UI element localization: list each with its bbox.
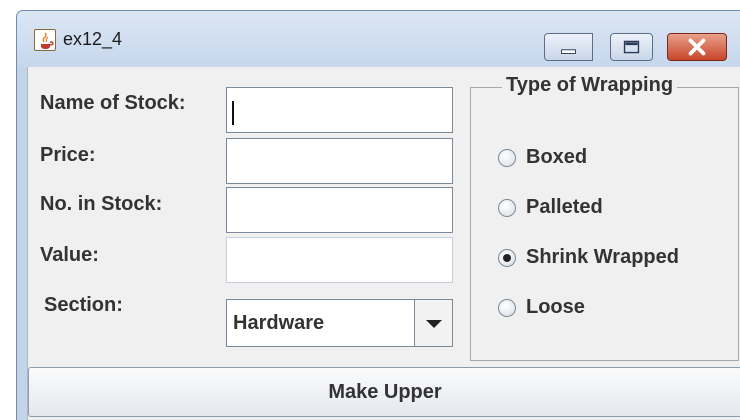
- title-bar[interactable]: ex12_4: [17, 11, 740, 67]
- make-upper-button[interactable]: Make Upper: [28, 367, 740, 417]
- java-cup-icon: [34, 29, 56, 51]
- price-label: Price:: [40, 144, 96, 166]
- radio-unchecked-icon: [498, 149, 516, 167]
- section-combobox[interactable]: Hardware: [226, 299, 453, 347]
- radio-shrink-wrapped[interactable]: Shrink Wrapped: [498, 245, 738, 273]
- radio-palleted[interactable]: Palleted: [498, 195, 738, 223]
- window-title: ex12_4: [63, 29, 123, 49]
- section-selected-value: Hardware: [233, 312, 325, 334]
- name-of-stock-input[interactable]: [226, 87, 453, 133]
- close-icon: [688, 38, 706, 56]
- section-label: Section:: [44, 294, 123, 316]
- radio-checked-icon: [498, 249, 516, 267]
- radio-unchecked-icon: [498, 299, 516, 317]
- minimize-button[interactable]: [544, 33, 593, 61]
- price-input[interactable]: [226, 138, 453, 184]
- radio-label: Loose: [526, 296, 585, 318]
- maximize-button[interactable]: [610, 33, 653, 61]
- wrapping-group-title: Type of Wrapping: [502, 73, 678, 97]
- maximize-icon: [623, 40, 640, 54]
- app-window: ex12_4 Name of Stock: Price: No. in Stoc…: [16, 10, 740, 420]
- radio-label: Boxed: [526, 146, 588, 168]
- chevron-down-icon: [426, 320, 442, 328]
- section-dropdown-button[interactable]: [414, 300, 452, 346]
- minimize-icon: [561, 49, 576, 54]
- radio-boxed[interactable]: Boxed: [498, 145, 738, 173]
- value-output: [226, 237, 453, 283]
- radio-unchecked-icon: [498, 199, 516, 217]
- radio-loose[interactable]: Loose: [498, 295, 738, 323]
- content-panel: Name of Stock: Price: No. in Stock: Valu…: [27, 67, 740, 420]
- no-in-stock-input[interactable]: [226, 187, 453, 233]
- no-in-stock-label: No. in Stock:: [40, 193, 163, 215]
- radio-label: Shrink Wrapped: [526, 246, 679, 268]
- radio-label: Palleted: [526, 196, 603, 218]
- close-button[interactable]: [667, 33, 727, 61]
- text-caret: [232, 101, 234, 125]
- name-of-stock-label: Name of Stock:: [40, 92, 186, 114]
- value-label: Value:: [40, 244, 99, 266]
